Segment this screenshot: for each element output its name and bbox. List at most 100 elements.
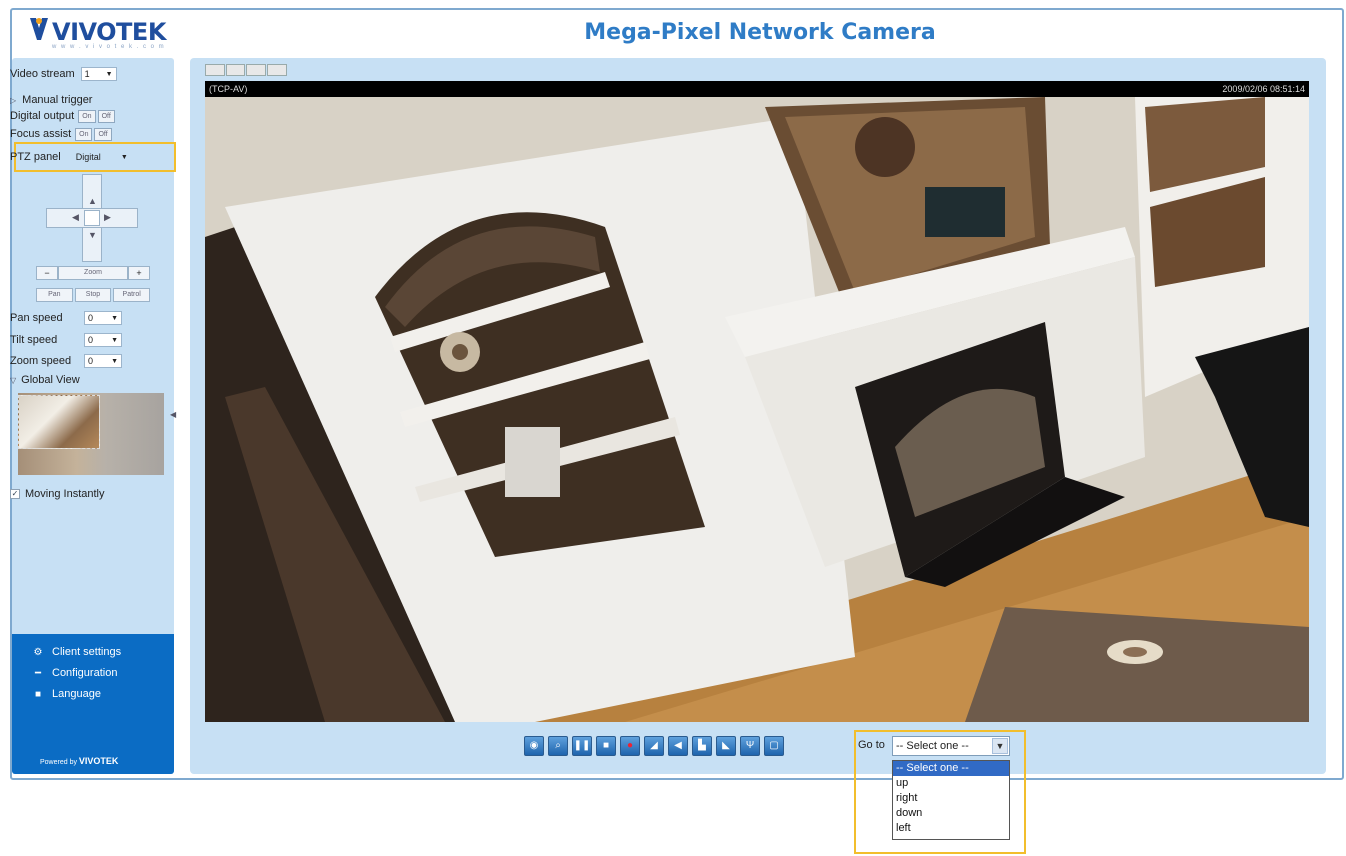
ptz-panel-select[interactable]: Digital ▼ (73, 150, 131, 164)
zoom-speed-row: Zoom speed 0 ▼ (10, 353, 122, 369)
collapse-arrow-icon: ▽ (10, 375, 17, 385)
zoom-out-button[interactable]: − (36, 266, 58, 280)
goto-select[interactable]: -- Select one -- ▼ (892, 736, 1010, 756)
focus-assist-off-button[interactable]: Off (94, 127, 112, 141)
chevron-down-icon: ▼ (111, 314, 118, 322)
expand-arrow-icon: ▷ (10, 95, 17, 105)
stream-protocol: (TCP-AV) (209, 84, 248, 94)
speaker-icon[interactable]: ◣ (716, 736, 736, 756)
digital-output-row: Digital output On Off (10, 108, 115, 124)
powered-by-text: Powered by (40, 759, 77, 766)
powered-by: Powered by VIVOTEK (40, 756, 118, 766)
ptz-panel-value: Digital (75, 152, 101, 162)
video-stream-value: 1 (84, 69, 90, 79)
goto-option[interactable]: -- Select one -- (893, 761, 1009, 776)
logo-text: VIVOTEK (52, 18, 166, 46)
video-stream-label: Video stream (10, 68, 75, 80)
global-view-image[interactable] (18, 393, 164, 475)
ptz-left-arrow-icon[interactable]: ◀ (72, 212, 79, 223)
ptz-up-arrow-icon[interactable]: ▲ (88, 196, 97, 206)
focus-assist-row: Focus assist On Off (10, 126, 112, 142)
view-size-tab[interactable] (267, 64, 287, 76)
stop-button[interactable]: Stop (74, 288, 112, 302)
wrench-icon: ━ (34, 667, 42, 679)
sidebar-link-configuration[interactable]: ━ Configuration (32, 665, 117, 681)
pan-button[interactable]: Pan (36, 288, 73, 302)
talk-icon[interactable]: ▙ (692, 736, 712, 756)
pause-icon[interactable]: ❚❚ (572, 736, 592, 756)
sidebar-link-label: Language (52, 688, 101, 700)
manual-trigger-label: Manual trigger (22, 94, 93, 106)
tilt-speed-label: Tilt speed (10, 334, 58, 346)
digital-output-label: Digital output (10, 110, 75, 122)
chevron-down-icon: ▼ (111, 336, 118, 344)
fullscreen-icon[interactable]: ▢ (764, 736, 784, 756)
ptz-down-arrow-icon[interactable]: ▼ (88, 230, 97, 240)
goto-selected-value: -- Select one -- (896, 740, 969, 752)
chevron-down-icon: ▼ (111, 357, 118, 365)
tilt-speed-select[interactable]: 0 ▼ (84, 333, 122, 347)
ptz-home-button[interactable] (84, 210, 100, 226)
tilt-speed-row: Tilt speed 0 ▼ (10, 332, 122, 348)
sidebar-link-language[interactable]: ■ Language (32, 686, 101, 702)
moving-instantly-checkbox[interactable]: ✓ (10, 489, 20, 499)
live-video-frame (205, 97, 1309, 722)
microphone-icon[interactable]: Ψ (740, 736, 760, 756)
pan-speed-row: Pan speed 0 ▼ (10, 310, 122, 326)
volume-icon[interactable]: ◢ (644, 736, 664, 756)
digital-output-off-button[interactable]: Off (97, 109, 115, 123)
digital-output-on-button[interactable]: On (78, 109, 96, 123)
video-stream-select[interactable]: 1 ▼ (80, 67, 117, 81)
manual-trigger-toggle[interactable]: ▷ Manual trigger (10, 92, 92, 108)
global-view-viewport[interactable] (18, 395, 100, 449)
zoom-speed-label: Zoom speed (10, 355, 72, 367)
focus-assist-on-button[interactable]: On (75, 127, 93, 141)
pan-speed-select[interactable]: 0 ▼ (84, 311, 122, 325)
video-control-toolbar: ◉ ⌕ ❚❚ ■ ● ◢ ◀ ▙ ◣ Ψ ▢ (524, 736, 784, 756)
video-timestamp: 2009/02/06 08:51:14 (1222, 84, 1305, 94)
sidebar-link-label: Client settings (52, 646, 122, 658)
ptz-right-arrow-icon[interactable]: ▶ (104, 212, 111, 223)
logo-subtext: w w w . v i v o t e k . c o m (52, 44, 166, 50)
zoom-speed-select[interactable]: 0 ▼ (84, 354, 122, 368)
record-icon[interactable]: ● (620, 736, 640, 756)
moving-instantly-row[interactable]: ✓ Moving Instantly (10, 486, 104, 502)
digital-zoom-icon[interactable]: ⌕ (548, 736, 568, 756)
chevron-down-icon: ▼ (120, 153, 128, 161)
sidebar-link-client-settings[interactable]: ⚙ Client settings (32, 644, 122, 660)
goto-option[interactable]: right (893, 791, 1009, 806)
zoom-label: Zoom (58, 266, 128, 280)
goto-option[interactable]: up (893, 776, 1009, 791)
zoom-speed-value: 0 (88, 356, 94, 366)
pan-speed-label: Pan speed (10, 312, 63, 324)
snapshot-icon[interactable]: ◉ (524, 736, 544, 756)
view-size-tabs (205, 64, 287, 76)
video-stream-row: Video stream 1 ▼ (10, 66, 117, 82)
pan-patrol-controls: Pan Stop Patrol (36, 288, 151, 302)
goto-option[interactable]: left (893, 821, 1009, 836)
global-view-label: Global View (21, 374, 80, 386)
tilt-speed-value: 0 (88, 335, 94, 345)
patrol-button[interactable]: Patrol (113, 288, 151, 302)
zoom-in-button[interactable]: + (128, 266, 150, 280)
chevron-down-icon[interactable]: ▼ (992, 738, 1008, 754)
mute-icon[interactable]: ◀ (668, 736, 688, 756)
pan-speed-value: 0 (88, 313, 94, 323)
ptz-panel-row: PTZ panel Digital ▼ (10, 149, 131, 165)
global-view-pointer-icon: ◀ (170, 410, 177, 419)
video-info-bar: (TCP-AV) 2009/02/06 08:51:14 (205, 81, 1309, 97)
global-view-toggle[interactable]: ▽ Global View (10, 372, 80, 388)
live-video-view[interactable] (205, 97, 1309, 722)
page-title: Mega-Pixel Network Camera (584, 20, 936, 45)
goto-option[interactable]: down (893, 806, 1009, 821)
view-size-tab[interactable] (225, 64, 246, 76)
view-size-tab[interactable] (246, 64, 267, 76)
vivotek-logo: VIVOTEK w w w . v i v o t e k . c o m (22, 14, 172, 54)
logo-mark-icon (30, 18, 48, 40)
stop-icon[interactable]: ■ (596, 736, 616, 756)
focus-assist-label: Focus assist (10, 128, 72, 140)
view-size-tab[interactable] (205, 64, 225, 76)
powered-by-brand: VIVOTEK (78, 756, 119, 766)
chevron-down-icon: ▼ (105, 70, 113, 78)
sidebar-link-label: Configuration (52, 667, 118, 679)
